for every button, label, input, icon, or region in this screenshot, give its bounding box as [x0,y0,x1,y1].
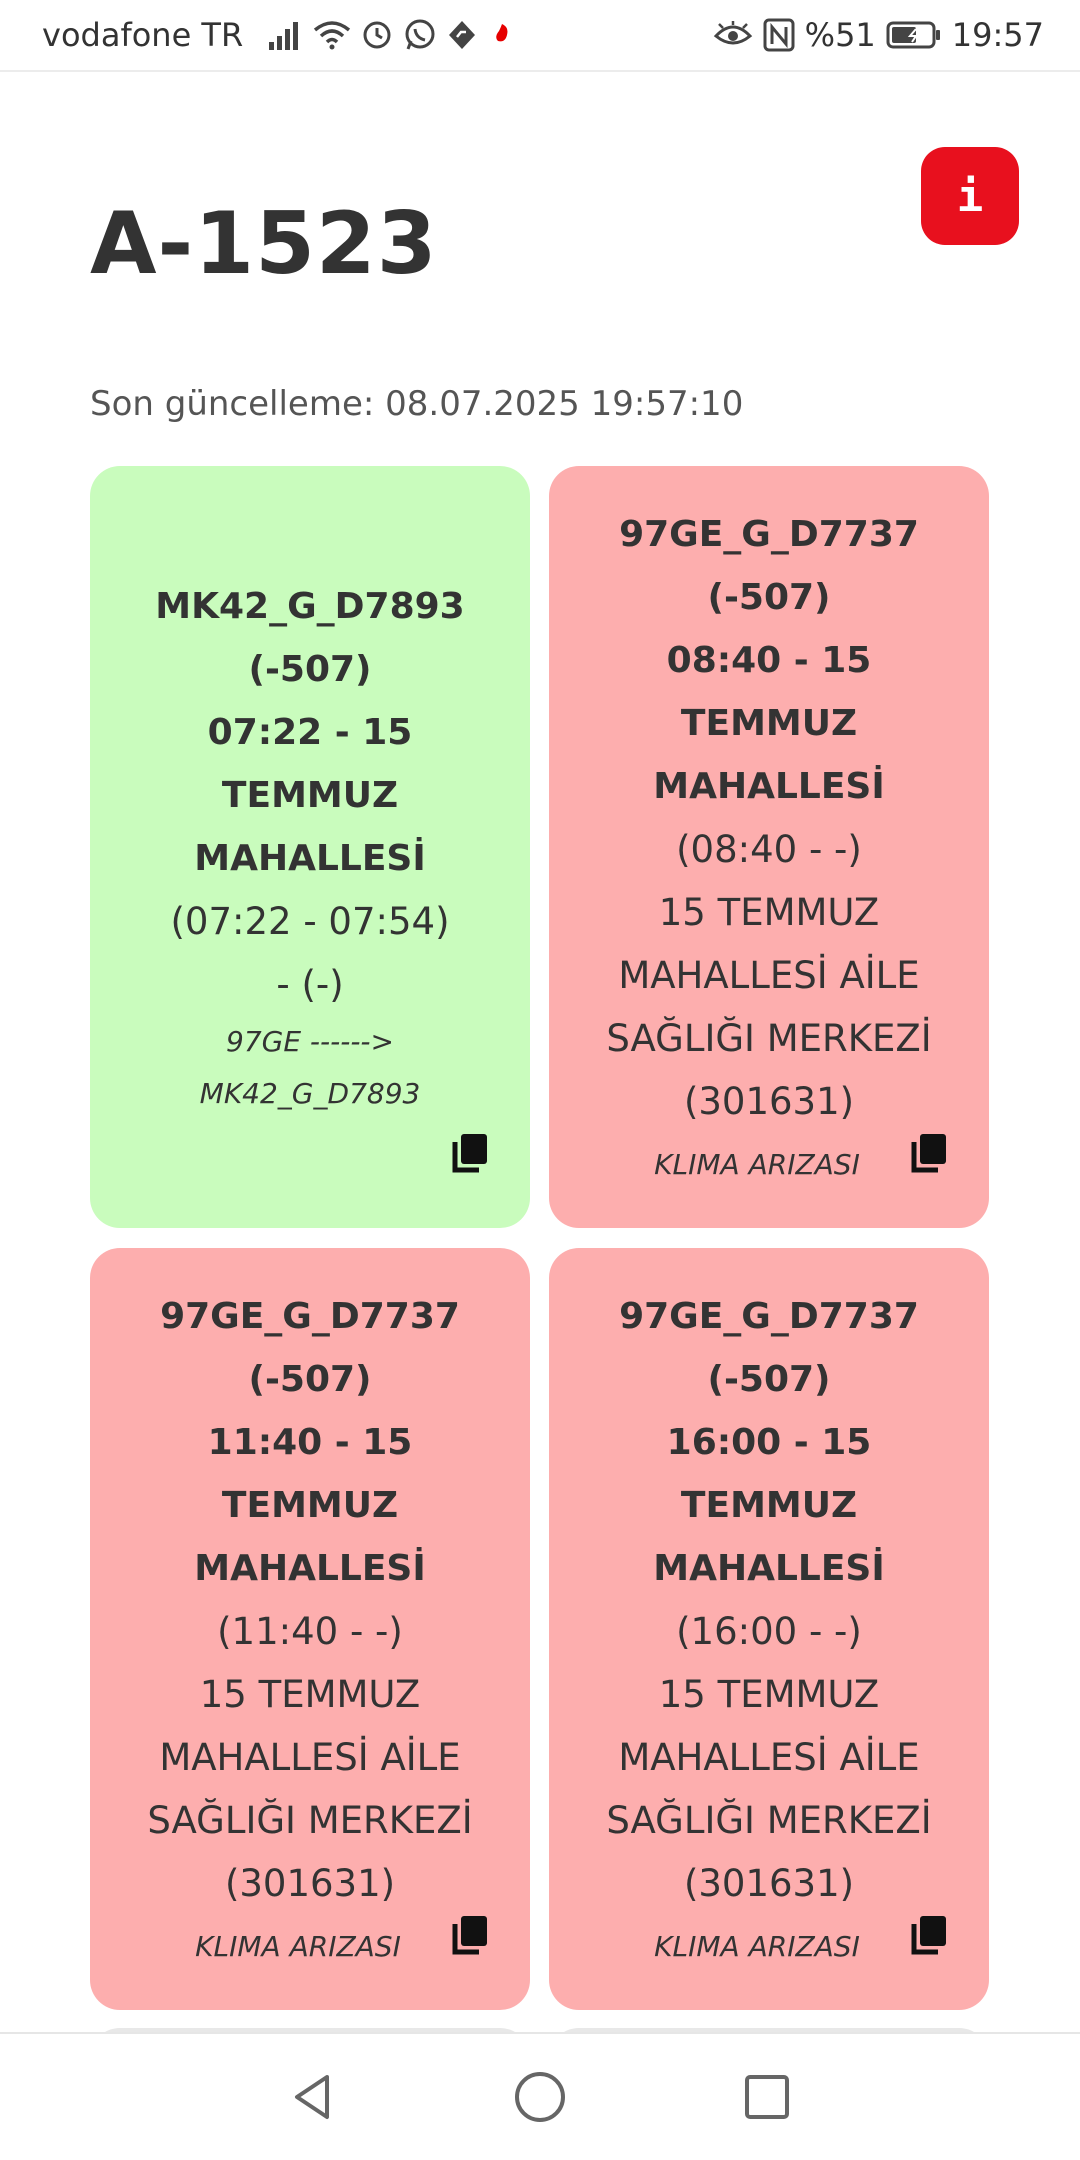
card-line: - (-) [276,962,344,1006]
card-line: (301631) [224,1862,396,1905]
card-bold-line: MAHALLESİ [653,1548,885,1589]
card-bold-line: 16:00 - 15 [666,1422,872,1463]
card-line: (11:40 - -) [217,1610,403,1653]
card-line: (301631) [683,1080,855,1123]
page-title: A-1523 [90,194,438,294]
card-note: 97GE ------> [226,1024,394,1058]
schedule-card[interactable]: 97GE_G_D7737 (-507) 08:40 - 15 TEMMUZ MA… [549,466,989,1228]
card-bold-line: 97GE_G_D7737 [160,1296,460,1337]
whatsapp-icon [403,15,437,55]
status-bar-right: %51 19:57 [713,15,1044,55]
card-bold-line: 97GE_G_D7737 [619,1296,919,1337]
card-bold-line: MK42_G_D7893 [155,585,465,627]
back-button[interactable] [283,2067,343,2127]
card-line: MAHALLESİ AİLE [618,1736,920,1779]
card-bold-line: (-507) [248,1359,372,1400]
card-line: SAĞLIĞI MERKEZİ [147,1799,473,1842]
card-line: SAĞLIĞI MERKEZİ [606,1799,932,1842]
card-line: (08:40 - -) [676,828,862,871]
card-line: (301631) [683,1862,855,1905]
back-triangle-icon [295,2075,330,2119]
alarm-clock-icon [361,15,393,55]
schedule-card[interactable]: MK42_G_D7893 (-507) 07:22 - 15 TEMMUZ MA… [90,466,530,1228]
last-update-label: Son güncelleme: 08.07.2025 19:57:10 [90,384,744,424]
signal-icon [267,15,303,55]
card-bold-line: TEMMUZ [221,774,399,816]
copy-icon[interactable] [451,1914,491,1956]
info-button[interactable]: i [921,147,1019,245]
home-button[interactable] [510,2067,570,2127]
copy-icon[interactable] [910,1914,950,1956]
card-bold-line: MAHALLESİ [194,1548,426,1589]
vodafone-icon [487,15,517,55]
card-bold-line: 97GE_G_D7737 [619,514,919,555]
card-line: (16:00 - -) [676,1610,862,1653]
card-bold-line: 07:22 - 15 [207,711,413,753]
card-line: MAHALLESİ AİLE [618,954,920,997]
card-line: 15 TEMMUZ [199,1673,421,1716]
card-grid: MK42_G_D7893 (-507) 07:22 - 15 TEMMUZ MA… [90,466,990,2010]
card-line: SAĞLIĞI MERKEZİ [606,1017,932,1060]
card-note: KLIMA ARIZASI [654,1148,860,1181]
card-bold-line: TEMMUZ [680,703,858,744]
carrier-name: vodafone TR [42,16,244,54]
card-line: MAHALLESİ AİLE [159,1736,461,1779]
clock-time: 19:57 [951,16,1044,54]
card-bold-line: 11:40 - 15 [207,1422,413,1463]
card-note: MK42_G_D7893 [199,1076,421,1110]
card-bold-line: TEMMUZ [680,1485,858,1526]
navigation-icon [447,15,477,55]
battery-percent: %51 [804,16,876,54]
eye-comfort-icon [713,15,753,55]
card-bold-line: MAHALLESİ [194,837,426,879]
status-bar: vodafone TR %51 19:57 [0,0,1080,72]
main-content[interactable]: A-1523 i Son güncelleme: 08.07.2025 19:5… [0,74,1080,2032]
card-bold-line: (-507) [707,1359,831,1400]
navigation-bar [0,2032,1080,2160]
nfc-icon [763,15,795,55]
card-line: (07:22 - 07:54) [170,899,450,943]
info-icon: i [956,170,984,222]
schedule-card[interactable]: 97GE_G_D7737 (-507) 11:40 - 15 TEMMUZ MA… [90,1248,530,2010]
card-bold-line: MAHALLESİ [653,766,885,807]
home-circle-icon [514,2072,565,2122]
card-bold-line: 08:40 - 15 [666,640,872,681]
card-bold-line: (-507) [707,577,831,618]
wifi-icon [313,15,351,55]
card-line: 15 TEMMUZ [658,1673,880,1716]
recents-button[interactable] [737,2067,797,2127]
copy-icon[interactable] [910,1132,950,1174]
card-bold-line: (-507) [248,648,372,690]
card-bold-line: TEMMUZ [221,1485,399,1526]
schedule-card[interactable]: 97GE_G_D7737 (-507) 16:00 - 15 TEMMUZ MA… [549,1248,989,2010]
recents-square-icon [744,2075,789,2119]
card-line: 15 TEMMUZ [658,891,880,934]
status-bar-left: vodafone TR [42,15,517,55]
card-note: KLIMA ARIZASI [654,1930,860,1963]
card-note: KLIMA ARIZASI [195,1930,401,1963]
battery-icon [886,15,942,55]
copy-icon[interactable] [451,1132,491,1174]
